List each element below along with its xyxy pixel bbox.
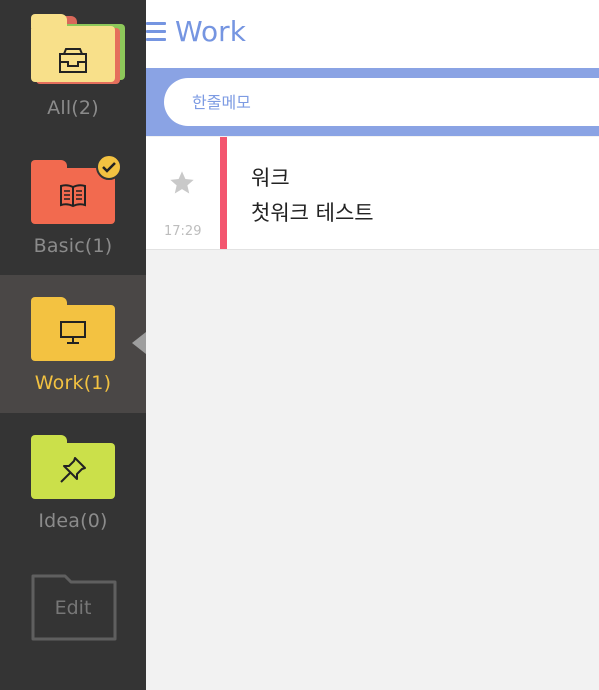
active-folder-pointer [132,332,146,354]
quick-memo-bar [146,68,599,136]
checkmark-icon [96,154,122,180]
memo-body: 첫워크 테스트 [251,201,374,225]
folder-item-idea[interactable]: Idea(0) [0,413,146,551]
folder-item-basic[interactable]: Basic(1) [0,138,146,276]
edit-folders-button[interactable]: Edit [31,573,117,645]
memo-list-item[interactable]: 17:29 워크 첫워크 테스트 [146,137,599,250]
memo-time: 17:29 [164,224,202,239]
inbox-icon [59,48,87,73]
monitor-icon [60,321,86,344]
app-header: Work [146,0,599,68]
folder-label-all: All(2) [47,97,99,119]
hamburger-icon[interactable] [146,20,168,44]
page-title: Work [175,15,246,48]
edit-label: Edit [54,597,92,619]
book-icon [60,184,86,208]
memo-color-bar [220,137,227,249]
memo-title: 워크 [251,166,290,190]
star-icon[interactable] [168,169,196,197]
folder-label-work: Work(1) [34,372,112,394]
folder-sidebar: All(2) Basic(1) Work(1) Idea(0) Edit [0,0,146,690]
folder-label-idea: Idea(0) [38,510,108,532]
folder-label-basic: Basic(1) [33,235,113,257]
quick-memo-input[interactable] [164,78,599,126]
folder-item-all[interactable]: All(2) [0,0,146,138]
pin-icon [60,457,86,483]
folder-item-work[interactable]: Work(1) [0,275,146,413]
